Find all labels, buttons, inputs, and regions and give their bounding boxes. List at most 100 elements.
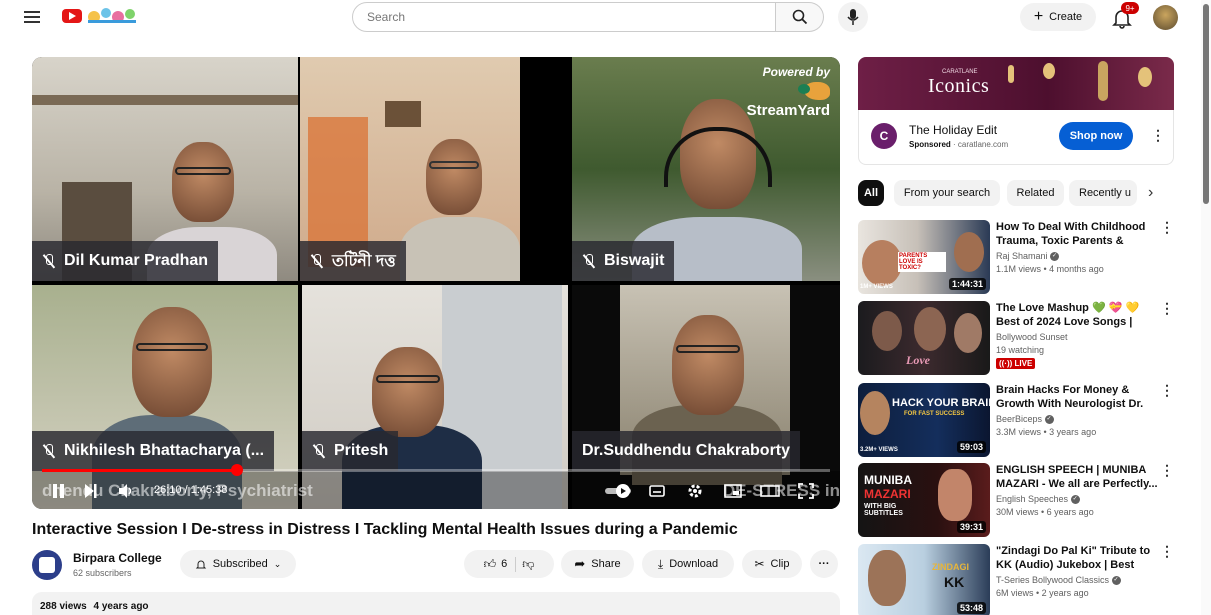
channel-line[interactable]: T-Series Bollywood Classics ✓ (996, 575, 1121, 586)
participant-name: Dil Kumar Pradhan (64, 252, 209, 269)
search-input[interactable]: Search (352, 2, 776, 32)
volume-icon[interactable] (118, 483, 134, 502)
youtube-logo[interactable] (62, 9, 82, 23)
channel-line[interactable]: BeerBiceps ✓ (996, 414, 1054, 425)
ad-card[interactable]: C The Holiday Edit Sponsored · caratlane… (858, 110, 1174, 165)
chip-all[interactable]: All (858, 180, 884, 206)
ad-domain: · caratlane.com (953, 140, 1009, 149)
video-title[interactable]: "Zindagi Do Pal Ki" Tribute to KK (Audio… (996, 544, 1160, 572)
voice-search-button[interactable] (838, 2, 868, 32)
doodle-logo[interactable] (86, 5, 140, 25)
muted-microphone-icon (42, 444, 56, 458)
channel-name[interactable]: Birpara College (73, 551, 162, 565)
video-title[interactable]: ENGLISH SPEECH | MUNIBA MAZARI - We all … (996, 463, 1160, 491)
recommendation-item[interactable]: Love The Love Mashup 💚 💝 💛 Best of 2024 … (858, 301, 1198, 377)
channel-line[interactable]: English Speeches ✓ (996, 494, 1080, 505)
download-icon: ⤓ (657, 556, 664, 571)
video-thumbnail[interactable]: ZINDAGI KK 53:48 (858, 544, 990, 615)
search-button[interactable] (776, 2, 824, 32)
like-button[interactable]: 👍︎ 6 (484, 556, 517, 572)
video-meta: 6M views • 2 years ago (996, 588, 1089, 598)
participant-name-tag: Dr.Suddhendu Chakraborty (572, 431, 801, 471)
video-meta: 1.1M views • 4 months ago (996, 264, 1104, 274)
video-thumbnail[interactable]: MUNIBA MAZARI WITH BIG SUBTITLES 39:31 (858, 463, 990, 537)
streamyard-brand: StreamYard (746, 102, 830, 119)
thumbnail-text-2: KK (944, 574, 965, 590)
clip-button[interactable]: ✂ Clip (742, 550, 802, 578)
pause-icon[interactable] (52, 483, 66, 502)
channel-avatar[interactable] (32, 550, 62, 580)
video-thumbnail[interactable]: PARENTS LOVE IS TOXIC? 1M+ VIEWS 1:44:31 (858, 220, 990, 294)
download-button[interactable]: ⤓ Download (642, 550, 734, 578)
chip-related[interactable]: Related (1007, 180, 1064, 206)
menu-icon[interactable] (24, 11, 40, 23)
video-player[interactable]: Dil Kumar Pradhan তটিনী দত্ত Powered by … (32, 57, 840, 509)
more-actions-button[interactable]: ··· (810, 550, 838, 578)
miniplayer-icon[interactable] (724, 483, 742, 502)
create-button[interactable]: + Create (1020, 3, 1096, 31)
subscribed-label: Subscribed (212, 558, 268, 570)
fullscreen-icon[interactable] (798, 483, 814, 502)
thumbnail-text: PARENTS LOVE IS TOXIC? (898, 252, 946, 272)
page-scrollbar[interactable] (1201, 0, 1211, 615)
chevron-down-icon: ⌄ (273, 558, 282, 569)
search-icon (792, 9, 807, 25)
like-count: 6 (501, 558, 508, 570)
share-button[interactable]: ➦ Share (561, 550, 634, 578)
participant-name-tag: তটিনী দত্ত (300, 241, 406, 281)
channel-line[interactable]: Raj Shamani ✓ (996, 251, 1060, 262)
participant-name: তটিনী দত্ত (332, 252, 396, 270)
progress-bar[interactable] (42, 464, 830, 476)
ad-title: The Holiday Edit (909, 123, 998, 137)
chip-from-your-search[interactable]: From your search (894, 180, 1000, 206)
view-count: 288 views (40, 601, 87, 612)
live-badge: ((·)) LIVE (996, 358, 1036, 369)
share-arrow-icon: ➦ (574, 556, 586, 571)
subtitles-icon[interactable] (649, 483, 665, 502)
more-options-icon[interactable]: ⋮ (1160, 220, 1174, 234)
recommendation-item[interactable]: PARENTS LOVE IS TOXIC? 1M+ VIEWS 1:44:31… (858, 220, 1198, 296)
chip-recently-uploaded[interactable]: Recently u (1069, 180, 1137, 206)
recommendation-item[interactable]: ZINDAGI KK 53:48 "Zindagi Do Pal Ki" Tri… (858, 544, 1198, 615)
time-display: 26:10 / 1:45:38 (154, 484, 228, 496)
video-title[interactable]: Brain Hacks For Money & Growth With Neur… (996, 383, 1160, 411)
ad-banner-image[interactable]: CARATLANE Iconics (858, 57, 1174, 110)
streamyard-watermark: Powered by StreamYard (747, 65, 830, 119)
more-options-icon[interactable]: ⋮ (1160, 301, 1174, 315)
recommendation-item[interactable]: MUNIBA MAZARI WITH BIG SUBTITLES 39:31 E… (858, 463, 1198, 539)
settings-gear-icon[interactable] (687, 483, 703, 502)
description-box[interactable]: 288 views 4 years ago (32, 592, 840, 615)
subscribed-button[interactable]: Subscribed ⌄ (180, 550, 296, 578)
video-thumbnail[interactable]: Love (858, 301, 990, 375)
progress-played (42, 469, 238, 472)
subscriber-count: 62 subscribers (73, 568, 132, 578)
muted-microphone-icon (582, 254, 596, 268)
dislike-button[interactable]: 👎︎ (522, 557, 534, 572)
recommendation-item[interactable]: HACK YOUR BRAIN FOR FAST SUCCESS 3.2M+ V… (858, 383, 1198, 459)
participant-tile: তটিনী দত্ত (300, 57, 520, 281)
video-title[interactable]: The Love Mashup 💚 💝 💛 Best of 2024 Love … (996, 301, 1160, 329)
clip-label: Clip (770, 558, 790, 570)
video-duration: 53:48 (956, 602, 986, 614)
autoplay-toggle-icon[interactable] (604, 483, 632, 502)
like-dislike-group: 👍︎ 6 👎︎ (464, 550, 554, 578)
create-label: Create (1049, 11, 1083, 23)
thumbnail-subtext: WITH BIG SUBTITLES (864, 503, 903, 517)
thumbnail-text: Love (906, 353, 930, 367)
scrollbar-thumb[interactable] (1203, 4, 1209, 204)
shop-now-button[interactable]: Shop now (1059, 122, 1133, 150)
youtube-watch-page: Search + Create 9+ Dil Kumar Pradhan তটি… (0, 0, 1211, 615)
participant-name: Dr.Suddhendu Chakraborty (582, 442, 791, 459)
ad-more-icon[interactable]: ⋮ (1151, 128, 1165, 142)
more-options-icon[interactable]: ⋮ (1160, 463, 1174, 477)
more-options-icon[interactable]: ⋮ (1160, 544, 1174, 558)
participant-name-tag: Pritesh (302, 431, 399, 471)
chevron-right-icon[interactable]: › (1148, 184, 1153, 202)
video-thumbnail[interactable]: HACK YOUR BRAIN FOR FAST SUCCESS 3.2M+ V… (858, 383, 990, 457)
channel-name[interactable]: Bollywood Sunset (996, 332, 1068, 342)
account-avatar[interactable] (1153, 5, 1178, 30)
video-title[interactable]: How To Deal With Childhood Trauma, Toxic… (996, 220, 1160, 248)
more-options-icon[interactable]: ⋮ (1160, 383, 1174, 397)
theater-mode-icon[interactable] (760, 483, 780, 502)
next-icon[interactable] (84, 483, 98, 502)
